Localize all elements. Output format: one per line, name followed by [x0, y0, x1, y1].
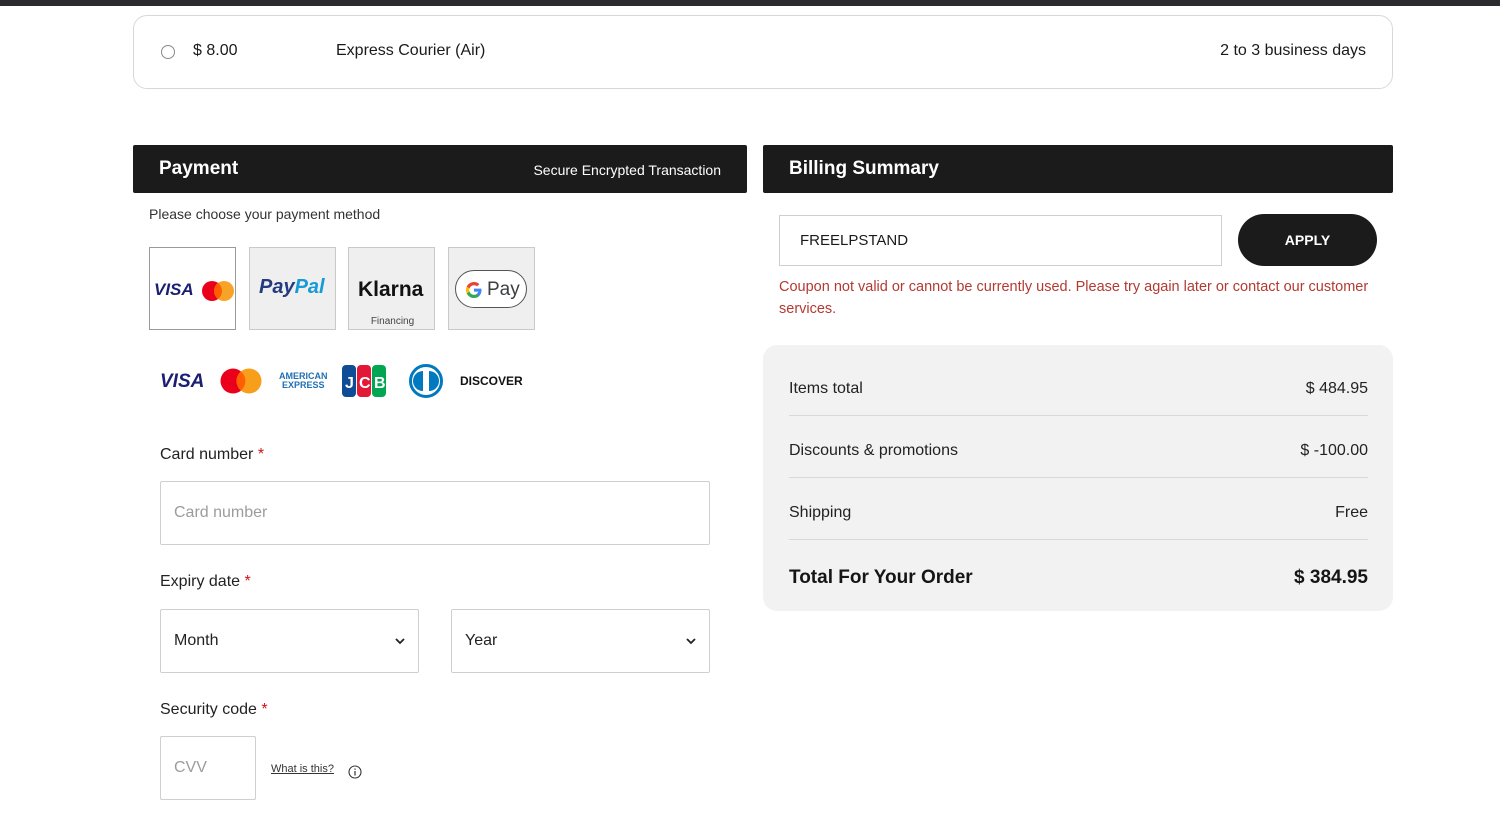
expiry-year-select[interactable]: Year	[451, 609, 710, 673]
billing-summary-title: Billing Summary	[789, 158, 939, 179]
accepted-card-brands: VISA AMERICAN EXPRESS J C B DISCOVER	[160, 362, 530, 400]
amex-line-2: EXPRESS	[281, 380, 325, 390]
expiry-date-label-text: Expiry date	[160, 573, 241, 590]
coupon-error-message: Coupon not valid or cannot be currently …	[779, 279, 1369, 317]
google-pay-text: Pay	[487, 279, 520, 300]
required-mark: *	[261, 701, 268, 718]
required-mark: *	[244, 573, 251, 590]
payment-method-paypal[interactable]: PayPal	[249, 247, 336, 330]
jcb-brand-icon: J C B	[342, 365, 386, 397]
payment-method-klarna[interactable]: Klarna Financing	[348, 247, 435, 330]
payment-instruction: Please choose your payment method	[149, 206, 381, 222]
summary-label: Discounts & promotions	[789, 442, 958, 459]
summary-value: $ 484.95	[1305, 380, 1368, 397]
what-is-this-link[interactable]: What is this?	[271, 763, 334, 775]
cvv-input[interactable]: CVV	[160, 736, 256, 800]
klarna-financing-label: Financing	[370, 316, 415, 327]
summary-row-total: Total For Your Order $ 384.95	[789, 540, 1368, 602]
klarna-logo: Klarna	[358, 278, 424, 301]
mastercard-icon	[202, 281, 234, 301]
shipping-delivery-time: 2 to 3 business days	[1220, 42, 1366, 59]
payment-method-googlepay[interactable]: Pay	[448, 247, 535, 330]
security-code-label: Security code *	[160, 701, 268, 719]
payment-method-card[interactable]: VISA	[149, 247, 236, 330]
mastercard-brand-icon	[220, 368, 262, 394]
svg-text:B: B	[374, 375, 386, 392]
security-code-label-text: Security code	[160, 701, 257, 718]
visa-logo-text: VISA	[154, 280, 194, 299]
expiry-date-label: Expiry date *	[160, 573, 251, 591]
paypal-logo: PayPal	[259, 276, 325, 299]
payment-header: Payment Secure Encrypted Transaction	[133, 145, 747, 193]
diners-club-brand-icon	[409, 364, 443, 398]
apply-coupon-button[interactable]: APPLY	[1238, 214, 1377, 266]
summary-row-shipping: Shipping Free	[789, 477, 1368, 540]
order-summary-panel: Items total $ 484.95 Discounts & promoti…	[763, 345, 1393, 611]
chevron-down-icon	[395, 638, 405, 645]
required-mark: *	[257, 446, 265, 463]
info-icon[interactable]	[348, 765, 362, 779]
summary-row-items-total: Items total $ 484.95	[789, 353, 1368, 416]
top-bar	[0, 0, 1500, 6]
payment-title: Payment	[159, 158, 239, 179]
paypal-logo-pay: Pay	[259, 276, 295, 298]
card-number-input[interactable]: Card number	[160, 481, 710, 545]
shipping-name: Express Courier (Air)	[336, 42, 486, 59]
svg-text:C: C	[359, 375, 371, 392]
summary-label: Items total	[789, 380, 863, 397]
summary-value: $ -100.00	[1300, 442, 1368, 459]
google-g-icon	[466, 282, 482, 298]
amex-brand-logo: AMERICAN EXPRESS	[279, 372, 328, 390]
secure-transaction-note: Secure Encrypted Transaction	[533, 162, 721, 178]
coupon-value: FREELPSTAND	[800, 232, 909, 249]
card-number-placeholder: Card number	[174, 504, 268, 521]
chevron-down-icon	[686, 638, 696, 645]
visa-brand-logo: VISA	[160, 371, 205, 392]
google-pay-badge: Pay	[455, 270, 527, 308]
summary-value: Free	[1335, 504, 1368, 521]
shipping-option-express[interactable]: $ 8.00 Express Courier (Air) 2 to 3 busi…	[133, 15, 1393, 89]
summary-row-discounts: Discounts & promotions $ -100.00	[789, 415, 1368, 478]
billing-summary-header: Billing Summary	[763, 145, 1393, 193]
svg-text:J: J	[345, 375, 354, 392]
card-number-label: Card number *	[160, 446, 264, 464]
expiry-month-select[interactable]: Month	[160, 609, 419, 673]
summary-label: Shipping	[789, 504, 852, 521]
expiry-year-value: Year	[465, 632, 498, 649]
coupon-input[interactable]: FREELPSTAND	[779, 215, 1222, 266]
order-total-label: Total For Your Order	[789, 567, 973, 588]
shipping-radio[interactable]	[161, 45, 175, 59]
card-number-label-text: Card number	[160, 446, 254, 463]
expiry-month-value: Month	[174, 632, 219, 649]
paypal-logo-pal: Pal	[294, 276, 325, 298]
order-total-value: $ 384.95	[1294, 567, 1368, 588]
shipping-price: $ 8.00	[193, 42, 238, 59]
discover-brand-logo: DISCOVER	[460, 374, 523, 388]
cvv-placeholder: CVV	[174, 759, 207, 776]
